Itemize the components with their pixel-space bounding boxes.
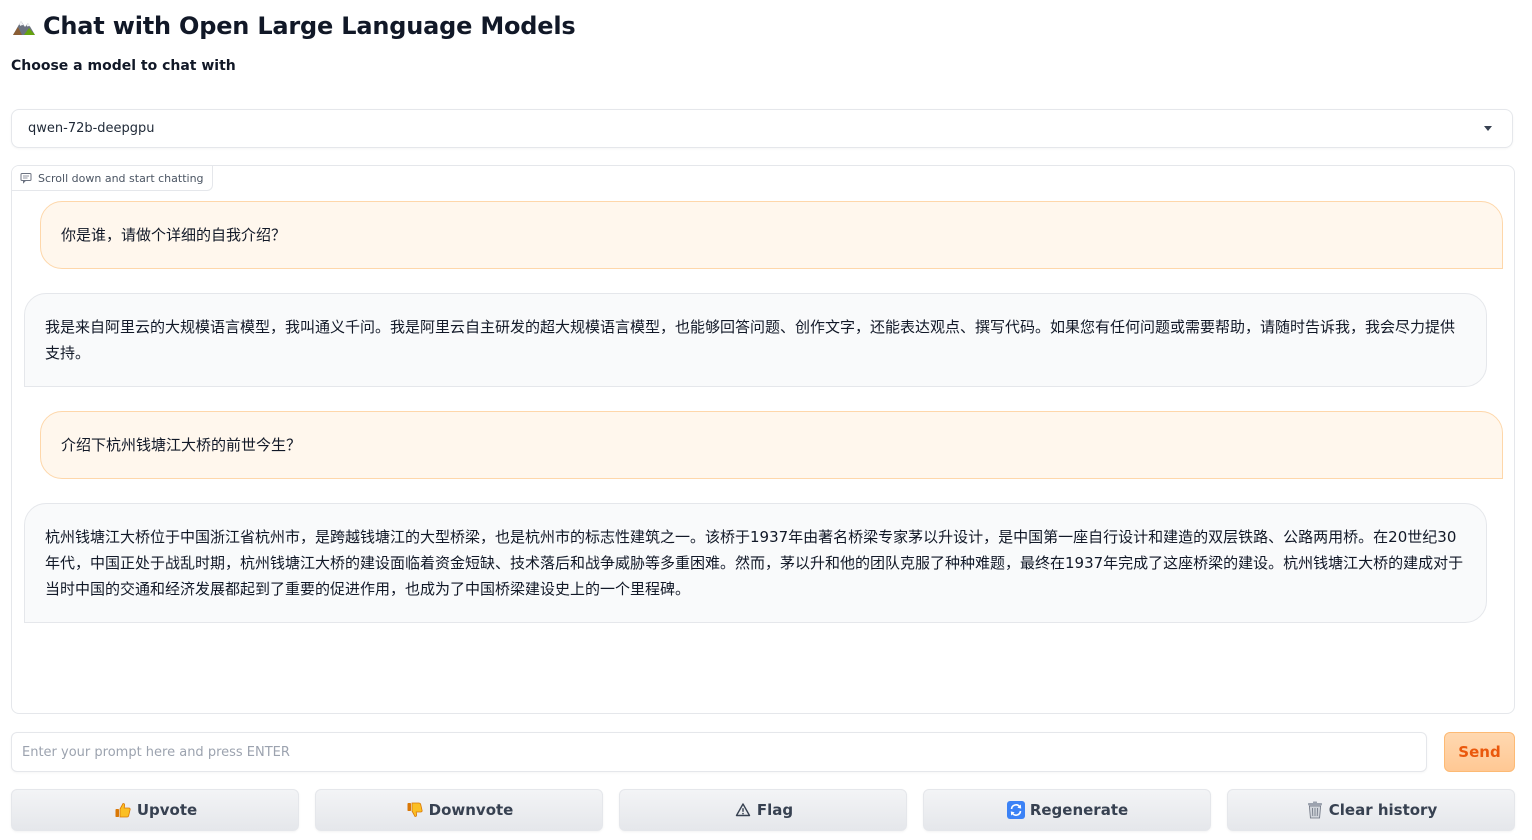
message-text: 介绍下杭州钱塘江大桥的前世今生？ (61, 436, 302, 454)
prompt-input[interactable] (11, 732, 1427, 772)
upvote-button[interactable]: Upvote (11, 789, 299, 831)
chatbot-label: Scroll down and start chatting (12, 166, 213, 191)
flag-label: Flag (756, 801, 794, 819)
flag-button[interactable]: Flag (619, 789, 907, 831)
model-dropdown-value: qwen-72b-deepgpu (28, 121, 155, 136)
model-select-label: Choose a model to chat with (11, 58, 236, 74)
trash-icon (1305, 800, 1325, 820)
regenerate-button[interactable]: Regenerate (923, 789, 1211, 831)
message-text: 杭州钱塘江大桥位于中国浙江省杭州市，是跨越钱塘江的大型桥梁，也是杭州市的标志性建… (45, 528, 1464, 598)
downvote-label: Downvote (428, 801, 514, 819)
regenerate-label: Regenerate (1029, 801, 1129, 819)
downvote-button[interactable]: Downvote (315, 789, 603, 831)
chat-bubble-icon (20, 172, 32, 184)
bot-message: 杭州钱塘江大桥位于中国浙江省杭州市，是跨越钱塘江的大型桥梁，也是杭州市的标志性建… (24, 503, 1487, 623)
send-button[interactable]: Send (1444, 732, 1515, 772)
page: Chat with Open Large Language Models Cho… (0, 0, 1532, 840)
action-button-row: Upvote Downvote Flag Regenerate Clear hi… (11, 789, 1515, 831)
warning-icon (733, 800, 753, 820)
thumbs-down-icon (405, 800, 425, 820)
mountain-icon (11, 13, 37, 39)
message-text: 我是来自阿里云的大规模语言模型，我叫通义千问。我是阿里云自主研发的超大规模语言模… (45, 318, 1456, 362)
chatbot-panel[interactable]: Scroll down and start chatting 你是谁，请做个详细… (11, 165, 1515, 714)
user-message: 你是谁，请做个详细的自我介绍？ (40, 201, 1503, 269)
message-text: 你是谁，请做个详细的自我介绍？ (61, 226, 287, 244)
clear-history-button[interactable]: Clear history (1227, 789, 1515, 831)
chevron-down-icon (1484, 126, 1492, 131)
bot-message: 我是来自阿里云的大规模语言模型，我叫通义千问。我是阿里云自主研发的超大规模语言模… (24, 293, 1487, 387)
refresh-icon (1006, 800, 1026, 820)
thumbs-up-icon (113, 800, 133, 820)
upvote-label: Upvote (136, 801, 198, 819)
page-title: Chat with Open Large Language Models (11, 8, 576, 44)
clear-history-label: Clear history (1328, 801, 1438, 819)
title-text: Chat with Open Large Language Models (43, 12, 576, 40)
user-message: 介绍下杭州钱塘江大桥的前世今生？ (40, 411, 1503, 479)
chatbot-label-text: Scroll down and start chatting (38, 171, 204, 185)
model-dropdown[interactable]: qwen-72b-deepgpu (11, 109, 1513, 148)
